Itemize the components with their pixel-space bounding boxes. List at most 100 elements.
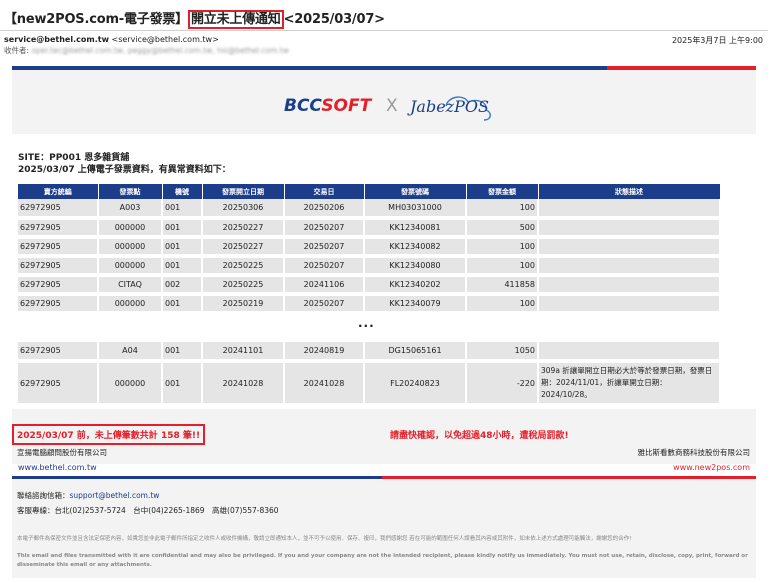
table-row: 62972905 A003 001 20250306 20250206 MH0303100… (18, 199, 721, 220)
table-cell: 62972905 (18, 199, 99, 220)
contact-label: 聯絡諮詢信箱： (17, 491, 70, 500)
exception-table: 賣方統編 發票點 機號 發票開立日期 交易日 發票號碼 發票金額 狀態描述 62… (18, 184, 721, 315)
table-cell: 000000 (98, 361, 163, 407)
subject-suffix: <2025/03/07> (283, 12, 385, 27)
table-cell: KK12340081 (364, 218, 467, 239)
table-cell: -220 (466, 361, 539, 407)
sender-line: service@bethel.com.tw <service@bethel.co… (4, 35, 219, 44)
table-cell: 20241028 (284, 361, 365, 407)
new2pos-website-link[interactable]: www.new2pos.com (673, 463, 750, 472)
table-cell: 001 (162, 342, 203, 363)
bccsoft-logo: BCCSOFT (284, 96, 372, 116)
table-cell: KK12340079 (364, 294, 467, 315)
table-cell (538, 218, 721, 239)
unuploaded-count: 2025/03/07 前，未上傳筆數共計 158 筆!! (12, 424, 206, 445)
table-cell: A04 (98, 342, 163, 363)
table-cell: KK12340080 (364, 256, 467, 277)
table-row: 62972905 A04 001 20241101 20240819 DG15065161… (18, 342, 721, 363)
contact-line: 聯絡諮詢信箱：support@bethel.com.tw (17, 490, 159, 501)
table-cell: 62972905 (18, 218, 99, 239)
col-header: 發票點 (98, 184, 163, 199)
table-cell: FL20240823 (364, 361, 467, 407)
table-cell: 309a 折讓單開立日期必大於等於發票日期，發票日期：2024/11/01，折讓… (538, 361, 721, 407)
table-cell: 62972905 (18, 256, 99, 277)
table-cell (538, 237, 721, 258)
header-divider (0, 30, 768, 31)
table-cell: 20250225 (202, 256, 285, 277)
table-cell: 20241101 (202, 342, 285, 363)
table-row: 62972905 000000 001 20250225 20250207 KK12340… (18, 256, 721, 277)
table-cell: 62972905 (18, 361, 99, 407)
col-header: 交易日 (284, 184, 365, 199)
table-cell: 000000 (98, 218, 163, 239)
col-header: 狀態描述 (538, 184, 721, 199)
col-header: 發票號碼 (364, 184, 467, 199)
table-cell: 001 (162, 237, 203, 258)
col-header: 機號 (162, 184, 203, 199)
table-cell: 100 (466, 294, 539, 315)
table-cell: 001 (162, 361, 203, 407)
table-cell: 1050 (466, 342, 539, 363)
recipients-list[interactable]: oper.tec@bethel.com.tw, peggy@bethel.com… (31, 46, 288, 55)
summary-panel: 2025/03/07 前，未上傳筆數共計 158 筆!! 請盡快確認，以免超過4… (12, 409, 756, 464)
recipients-line: 收件者: oper.tec@bethel.com.tw, peggy@bethe… (4, 45, 289, 56)
table-cell: 62972905 (18, 342, 99, 363)
bethel-website-link[interactable]: www.bethel.com.tw (18, 463, 97, 472)
table-cell: 20250206 (284, 199, 365, 220)
table-cell: 20250227 (202, 237, 285, 258)
table-cell (538, 294, 721, 315)
table-cell: A003 (98, 199, 163, 220)
company-left: 宣揚電腦顧問股份有限公司 (17, 448, 107, 457)
table-cell: 001 (162, 218, 203, 239)
table-cell: 002 (162, 275, 203, 296)
table-cell (538, 256, 721, 277)
company-right: 雅比斯看數商務科技股份有限公司 (637, 448, 751, 457)
rows-omitted-ellipsis: ... (358, 316, 375, 330)
recipients-label: 收件者: (4, 46, 30, 55)
table-cell: 001 (162, 256, 203, 277)
table-cell: DG15065161 (364, 342, 467, 363)
table-cell (538, 199, 721, 220)
table-cell: CITAQ (98, 275, 163, 296)
table-cell: 001 (162, 294, 203, 315)
sender-email[interactable]: service@bethel.com.tw (4, 35, 109, 44)
subject-prefix: 【new2POS.com-電子發票】 (4, 12, 188, 27)
warning-message: 請盡快確認，以免超過48小時，遭稅局罰款! (390, 431, 569, 441)
table-cell: 20250207 (284, 256, 365, 277)
disclaimer-chinese: 本電子郵件為保密文件並且含法定保密內容，如貴您並非此電子郵件所指定之收件人或收件… (17, 536, 632, 542)
table-cell: 500 (466, 218, 539, 239)
table-cell: 001 (162, 199, 203, 220)
report-intro: 2025/03/07 上傳電子發票資料，有異常資料如下： (18, 165, 231, 175)
table-cell: 100 (466, 237, 539, 258)
table-cell: 100 (466, 256, 539, 277)
table-cell (538, 342, 721, 363)
table-row: 62972905 CITAQ 002 20250225 20241106 KK123402… (18, 275, 721, 296)
table-cell: 411858 (466, 275, 539, 296)
table-cell: 20250207 (284, 218, 365, 239)
table-cell: KK12340082 (364, 237, 467, 258)
logo-separator: X (386, 96, 398, 116)
table-row: 62972905 000000 001 20241028 20241028 FL20240… (18, 361, 721, 407)
table-row: 62972905 000000 001 20250227 20250207 KK12340… (18, 237, 721, 258)
exception-table-continued: 62972905 A04 001 20241101 20240819 DG15065161… (18, 342, 721, 407)
table-cell: 20241106 (284, 275, 365, 296)
email-body-card: BCCSOFT X JabezPOS SITE：PP001 恩多雜貨舖 2025… (12, 66, 756, 578)
disclaimer-english: This email and files transmitted with it… (17, 553, 748, 568)
col-header: 發票開立日期 (202, 184, 285, 199)
logo-banner: BCCSOFT X JabezPOS (12, 70, 756, 134)
support-email-link[interactable]: support@bethel.com.tw (70, 491, 160, 500)
table-cell: 000000 (98, 237, 163, 258)
table-cell: 100 (466, 199, 539, 220)
col-header: 發票金額 (466, 184, 539, 199)
table-cell: 20250227 (202, 218, 285, 239)
email-subject: 【new2POS.com-電子發票】 開立未上傳通知 <2025/03/07> (4, 8, 385, 29)
table-cell: 20250219 (202, 294, 285, 315)
table-cell: 20250207 (284, 294, 365, 315)
table-header-row: 賣方統編 發票點 機號 發票開立日期 交易日 發票號碼 發票金額 狀態描述 (18, 184, 721, 199)
table-cell (538, 275, 721, 296)
footer-panel: 聯絡諮詢信箱：support@bethel.com.tw 客服專線：台北(02)… (12, 479, 756, 578)
hotline-text: 客服專線：台北(02)2537-5724 台中(04)2265-1869 高雄(… (17, 506, 279, 515)
subject-highlight: 開立未上傳通知 (188, 10, 284, 29)
email-date: 2025年3月7日 上午9:00 (671, 36, 763, 45)
table-cell: 000000 (98, 294, 163, 315)
